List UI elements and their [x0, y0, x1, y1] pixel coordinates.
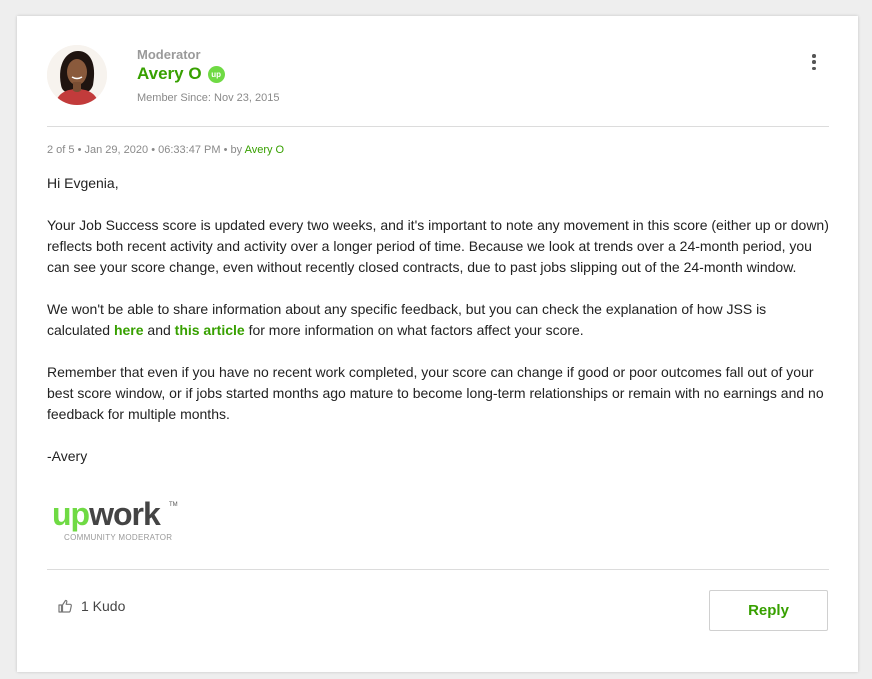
meta-separator: •: [77, 144, 85, 156]
upwork-community-moderator-logo: upwork TM COMMUNITY MODERATOR: [52, 497, 182, 543]
logo-wordmark: upwork: [52, 496, 161, 532]
more-options-icon[interactable]: [805, 52, 823, 72]
body-paragraph-1: Your Job Success score is updated every …: [47, 217, 829, 275]
body-paragraph-2: We won't be able to share information ab…: [47, 299, 829, 341]
kudo-count: 1 Kudo: [81, 598, 126, 614]
greeting: Hi Evgenia,: [47, 175, 119, 191]
header-divider: [47, 126, 829, 127]
upwork-badge-icon: up: [207, 65, 225, 83]
message-card: Moderator Avery O up Member Since: Nov 2…: [17, 16, 858, 672]
p2-text-end: for more information on what factors aff…: [244, 322, 584, 338]
post-by-label: by: [230, 144, 243, 156]
post-date: Jan 29, 2020: [84, 144, 149, 156]
post-position: 2 of 5: [47, 144, 75, 156]
footer-divider: [47, 569, 829, 570]
author-name[interactable]: Avery O: [137, 64, 202, 84]
author-role: Moderator: [137, 47, 201, 62]
kudo-button[interactable]: 1 Kudo: [57, 598, 125, 614]
author-name-row: Avery O up: [137, 64, 225, 84]
avatar[interactable]: [47, 45, 107, 105]
p2-text-mid: and: [143, 322, 175, 338]
more-dot: [812, 60, 816, 64]
thumbs-up-icon: [58, 599, 72, 613]
logo-subtitle: COMMUNITY MODERATOR: [64, 533, 173, 542]
post-meta: 2 of 5 • Jan 29, 2020 • 06:33:47 PM • by…: [47, 144, 284, 156]
post-time: 06:33:47 PM: [158, 144, 221, 156]
logo-up: up: [52, 496, 90, 532]
message-body: Hi Evgenia, Your Job Success score is up…: [47, 173, 829, 488]
reply-button[interactable]: Reply: [709, 590, 828, 631]
here-link[interactable]: here: [114, 322, 144, 338]
logo-trademark: TM: [169, 502, 178, 508]
member-since: Member Since: Nov 23, 2015: [137, 92, 280, 104]
more-dot: [812, 54, 816, 58]
more-dot: [812, 66, 816, 70]
body-paragraph-3: Remember that even if you have no recent…: [47, 364, 824, 422]
signoff: -Avery: [47, 448, 88, 464]
avatar-photo: [47, 45, 107, 105]
logo-work: work: [89, 496, 161, 532]
this-article-link[interactable]: this article: [175, 322, 245, 338]
post-author-link[interactable]: Avery O: [245, 144, 285, 156]
